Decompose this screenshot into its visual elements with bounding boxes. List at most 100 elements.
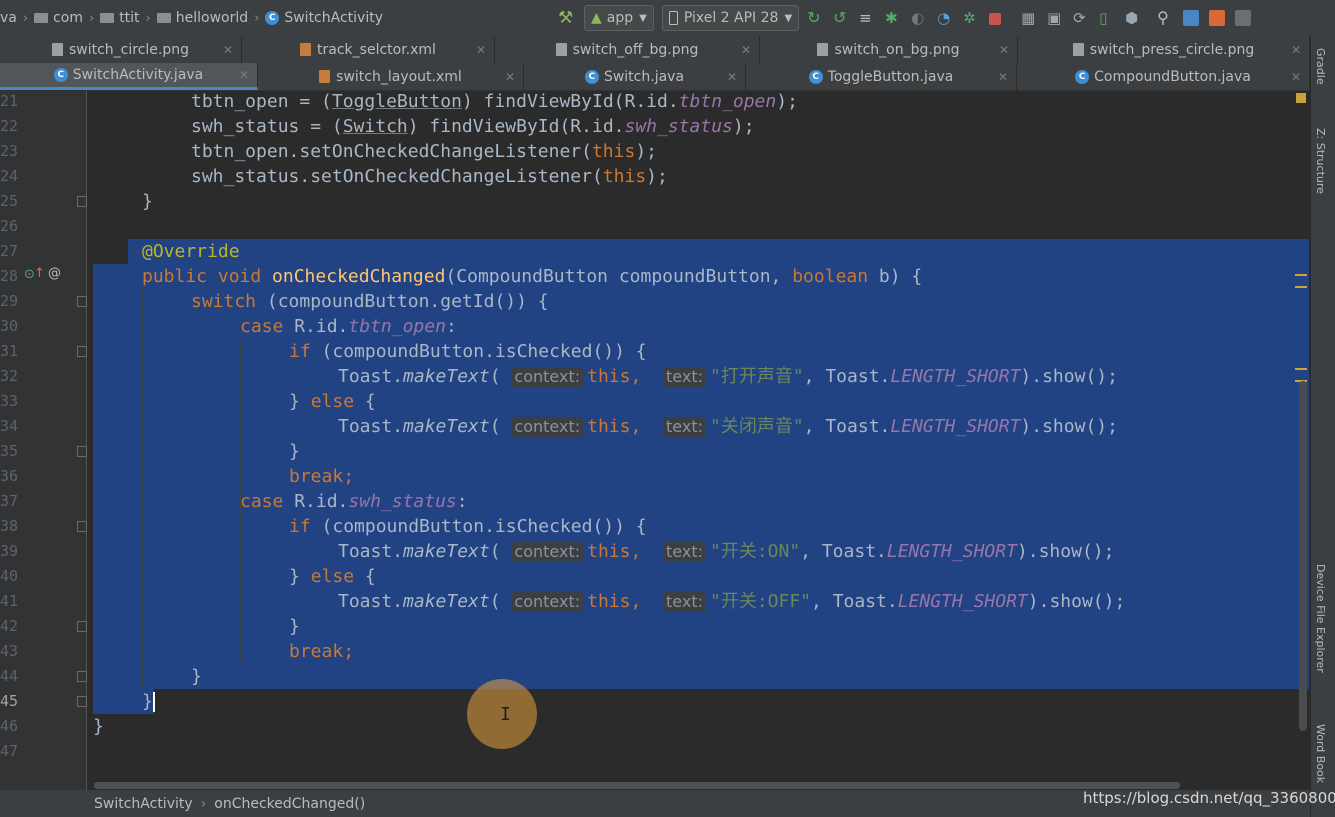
code-line-34: Toast.makeText( context: this, text: "关闭声音…	[338, 416, 1118, 437]
breadcrumb-separator: ›	[200, 795, 207, 812]
breadcrumb-method[interactable]: onCheckedChanged()	[214, 796, 365, 812]
error-stripe-marker[interactable]	[1295, 274, 1307, 276]
tab-track-selector[interactable]: track_selctor.xml ✕	[242, 36, 495, 63]
gradle-panel-tab[interactable]: Gradle	[1314, 48, 1327, 85]
code-line-39: Toast.makeText( context: this, text: "开关:O…	[338, 541, 1115, 562]
fold-marker-icon[interactable]	[77, 346, 87, 357]
close-icon[interactable]: ✕	[239, 68, 249, 82]
close-icon[interactable]: ✕	[999, 43, 1009, 57]
code-line-46: }	[93, 716, 104, 737]
fold-marker-icon[interactable]	[77, 196, 87, 207]
sdk-download-icon[interactable]: ⬢	[1125, 10, 1141, 26]
structure-panel-tab[interactable]: Z: Structure	[1314, 128, 1327, 194]
debug-icon[interactable]: ✱	[885, 10, 901, 26]
code-line-42: }	[289, 616, 300, 637]
close-icon[interactable]: ✕	[1291, 43, 1301, 57]
profile-icon[interactable]: ◔	[937, 10, 953, 26]
breadcrumb-item-switchactivity[interactable]: SwitchActivity	[284, 10, 383, 26]
fold-marker-icon[interactable]	[77, 446, 87, 457]
word-book-tab[interactable]: Word Book	[1314, 724, 1327, 783]
breadcrumb: va › com › ttit › helloworld › C SwitchA…	[0, 10, 383, 26]
code-line-32: Toast.makeText( context: this, text: "打开声音…	[338, 366, 1118, 387]
logcat-icon[interactable]: ≡	[859, 10, 875, 26]
device-file-explorer-tab[interactable]: Device File Explorer	[1314, 564, 1327, 673]
error-stripe-marker[interactable]	[1295, 368, 1307, 370]
tab-switch-circle[interactable]: switch_circle.png ✕	[0, 36, 242, 63]
close-icon[interactable]: ✕	[741, 43, 751, 57]
breadcrumb-item-ttit[interactable]: ttit	[119, 10, 139, 26]
breadcrumb-item-va[interactable]: va	[0, 10, 17, 26]
tab-switch-java[interactable]: C Switch.java ✕	[524, 63, 746, 90]
tab-switch-layout-xml[interactable]: switch_layout.xml ✕	[258, 63, 524, 90]
code-line-21: tbtn_open = (ToggleButton) findViewById(…	[191, 91, 798, 112]
attach-process-icon[interactable]: ✲	[963, 10, 979, 26]
tab-switch-on-bg[interactable]: switch_on_bg.png ✕	[760, 36, 1018, 63]
editor-tabs-row-2: C SwitchActivity.java ✕ switch_layout.xm…	[0, 63, 1310, 91]
apply-changes-icon[interactable]: ↻	[807, 10, 823, 26]
help-icon[interactable]	[1235, 10, 1252, 26]
translate-alt-icon[interactable]	[1209, 10, 1226, 26]
tab-togglebutton-java[interactable]: C ToggleButton.java ✕	[746, 63, 1017, 90]
fold-marker-icon[interactable]	[77, 671, 87, 682]
stop-icon[interactable]	[989, 13, 1002, 25]
line-number: 37	[0, 492, 19, 510]
close-icon[interactable]: ✕	[727, 70, 737, 84]
code-line-33: } else {	[289, 391, 376, 412]
xml-file-icon	[319, 70, 331, 83]
device-select[interactable]: Pixel 2 API 28 ▼	[661, 5, 800, 31]
tab-label: track_selctor.xml	[317, 41, 436, 58]
warning-marker[interactable]	[1296, 93, 1306, 103]
line-number: 47	[0, 742, 19, 760]
code-editor[interactable]: tbtn_open = (ToggleButton) findViewById(…	[87, 91, 1309, 790]
indent-guide	[191, 314, 192, 664]
breadcrumb-item-helloworld[interactable]: helloworld	[176, 10, 248, 26]
param-hint-context: context:	[511, 367, 584, 387]
translate-icon[interactable]	[1183, 10, 1200, 26]
close-icon[interactable]: ✕	[223, 43, 233, 57]
apply-code-changes-icon[interactable]: ↺	[833, 10, 849, 26]
line-number: 25	[0, 192, 19, 210]
main-toolbar: va › com › ttit › helloworld › C SwitchA…	[0, 0, 1335, 37]
param-hint-text: text:	[663, 367, 706, 387]
toolbar-actions: ⚒ ▲ app ▼ Pixel 2 API 28 ▼ ↻ ↺ ≡ ✱ ◐ ◔ ✲…	[558, 0, 1261, 36]
code-line-24: swh_status.setOnCheckedChangeListener(th…	[191, 166, 668, 187]
code-line-40: } else {	[289, 566, 376, 587]
close-icon[interactable]: ✕	[476, 43, 486, 57]
fold-marker-icon[interactable]	[77, 621, 87, 632]
close-icon[interactable]: ✕	[1291, 70, 1301, 84]
close-icon[interactable]: ✕	[505, 70, 515, 84]
code-line-27: @Override	[142, 241, 240, 262]
attach-debugger-icon[interactable]: ◐	[911, 10, 927, 26]
run-config-select[interactable]: ▲ app ▼	[584, 5, 654, 31]
tab-switch-off-bg[interactable]: switch_off_bg.png ✕	[495, 36, 760, 63]
error-stripe-marker[interactable]	[1295, 286, 1307, 288]
code-line-41: Toast.makeText( context: this, text: "开关:O…	[338, 591, 1126, 612]
horizontal-scrollbar[interactable]	[94, 782, 1180, 789]
code-line-45: }	[142, 691, 155, 712]
code-line-31: if (compoundButton.isChecked()) {	[289, 341, 647, 362]
fold-marker-icon[interactable]	[77, 696, 87, 707]
tab-label: CompoundButton.java	[1094, 68, 1251, 85]
sync-gradle-icon[interactable]: ⟳	[1073, 10, 1089, 26]
project-structure-icon[interactable]: ▦	[1021, 10, 1037, 26]
close-icon[interactable]: ✕	[998, 70, 1008, 84]
fold-marker-icon[interactable]	[77, 521, 87, 532]
breadcrumb-item-com[interactable]: com	[53, 10, 83, 26]
line-number: 29	[0, 292, 19, 310]
annotation-at-icon[interactable]: @	[48, 266, 61, 281]
line-number: 36	[0, 467, 19, 485]
avd-manager-icon[interactable]: ▯	[1099, 10, 1115, 26]
tab-switch-press-circle[interactable]: switch_press_circle.png ✕	[1018, 36, 1310, 63]
code-line-43: break;	[289, 641, 355, 662]
vertical-scrollbar[interactable]	[1299, 381, 1307, 731]
tab-switchactivity-java[interactable]: C SwitchActivity.java ✕	[0, 63, 258, 90]
search-icon[interactable]: ⚲	[1157, 10, 1173, 26]
fold-marker-icon[interactable]	[77, 296, 87, 307]
implements-arrow-icon[interactable]: ↑	[34, 266, 45, 281]
sdk-manager-icon[interactable]: ▣	[1047, 10, 1063, 26]
image-file-icon	[555, 43, 567, 56]
breadcrumb-class[interactable]: SwitchActivity	[94, 796, 193, 812]
code-line-25: }	[142, 191, 153, 212]
tab-compoundbutton-java[interactable]: C CompoundButton.java ✕	[1017, 63, 1310, 90]
hammer-build-icon[interactable]: ⚒	[558, 10, 574, 27]
